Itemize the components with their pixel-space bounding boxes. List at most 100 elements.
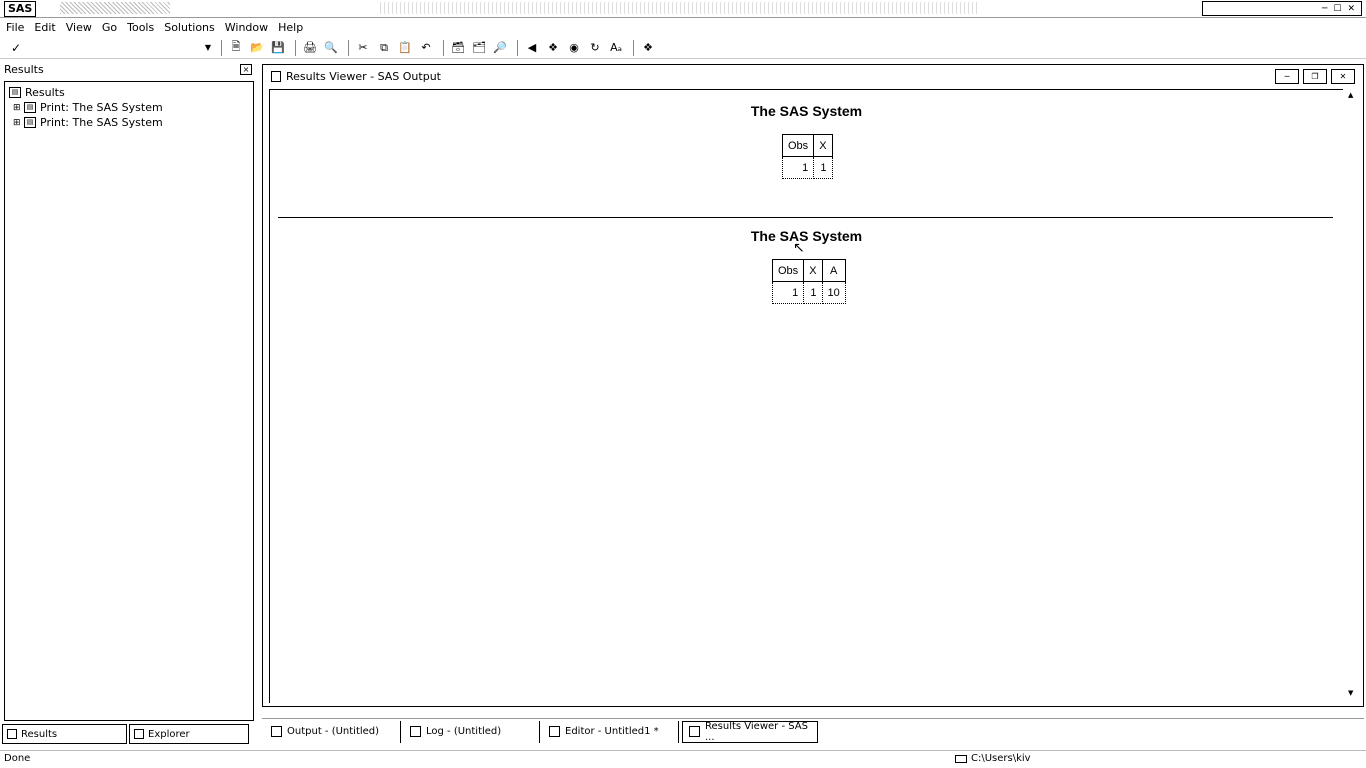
title-bar-decoration	[60, 2, 170, 14]
toolbar: ✓ ▼ 🗎 📂 💾 🖨 🔍 ✂ ⧉ 📋 ↶ 🗃 🗂 🔎 ◀ ❖ ◉ ↻ Aₐ ❖	[0, 37, 1366, 59]
tab-editor[interactable]: Editor - Untitled1 *	[543, 720, 679, 743]
print-preview-icon[interactable]: 🔍	[322, 40, 340, 56]
tab-results-viewer[interactable]: Results Viewer - SAS ...	[682, 720, 818, 743]
back-icon[interactable]: ◀	[523, 40, 541, 56]
table-row: 1 1	[781, 156, 833, 179]
table-cell: 1	[781, 156, 815, 179]
menu-view[interactable]: View	[66, 21, 92, 34]
tab-editor-label: Editor - Untitled1 *	[565, 726, 659, 737]
results-viewer-window: Results Viewer - SAS Output ─ ❐ ✕ The SA…	[262, 64, 1364, 707]
menu-file[interactable]: File	[6, 21, 24, 34]
cut-icon[interactable]: ✂	[354, 40, 372, 56]
open-icon[interactable]: 📂	[248, 40, 266, 56]
tree-item[interactable]: ⊞ ▤ Print: The SAS System	[9, 115, 249, 130]
print-output-icon: ▤	[24, 117, 36, 128]
table-cell: 1	[803, 281, 823, 304]
new-library-icon[interactable]: 🗃	[449, 40, 467, 56]
output-title: The SAS System	[750, 228, 863, 244]
window-tabs-bar: Output - (Untitled) Log - (Untitled) Edi…	[262, 718, 1364, 744]
chevron-down-icon[interactable]: ▼	[205, 43, 211, 52]
results-tree: ▤ Results ⊞ ▤ Print: The SAS System ⊞ ▤ …	[4, 81, 254, 721]
menu-tools[interactable]: Tools	[127, 21, 154, 34]
tree-item-label: Print: The SAS System	[40, 116, 163, 129]
close-icon[interactable]: ×	[240, 63, 252, 75]
sas-explorer-icon[interactable]: 🗂	[470, 40, 488, 56]
refresh-icon[interactable]: ↻	[586, 40, 604, 56]
toolbar-separator	[633, 39, 634, 56]
viewer-window-controls: ─ ❐ ✕	[1275, 69, 1355, 84]
folder-icon	[955, 754, 967, 763]
status-bar: Done C:\Users\kiv	[0, 750, 1366, 768]
column-header: A	[821, 259, 846, 282]
minimize-icon[interactable]: ─	[1275, 69, 1299, 84]
results-viewer-content: The SAS System Obs X 1 1 The SAS System …	[269, 89, 1343, 703]
forward-icon[interactable]: ❖	[544, 40, 562, 56]
table-cell: 10	[821, 281, 846, 304]
toolbar-separator	[295, 39, 296, 56]
stop-icon[interactable]: ◉	[565, 40, 583, 56]
expand-icon[interactable]: ⊞	[13, 118, 22, 128]
new-icon[interactable]: 🗎	[227, 40, 245, 56]
column-header: Obs	[781, 134, 815, 157]
toolbar-separator	[348, 39, 349, 56]
save-icon[interactable]: 💾	[269, 40, 287, 56]
scroll-down-icon[interactable]: ▼	[1348, 689, 1353, 697]
toolbar-separator	[221, 39, 222, 56]
window-controls: ─ ☐ ✕	[1202, 1, 1362, 16]
font-icon[interactable]: Aₐ	[607, 40, 625, 56]
print-icon[interactable]: 🖨	[301, 40, 319, 56]
title-bar: SAS ─ ☐ ✕	[0, 0, 1366, 18]
vertical-scrollbar[interactable]: ▲ ▼	[1345, 89, 1359, 703]
checkmark-icon[interactable]: ✓	[11, 41, 21, 55]
results-pane: Results × ▤ Results ⊞ ▤ Print: The SAS S…	[0, 60, 256, 746]
table-cell: 1	[771, 281, 805, 304]
minimize-icon[interactable]: ─	[1322, 4, 1327, 14]
output-table: Obs X 1 1	[781, 134, 833, 179]
results-viewer-icon	[689, 726, 700, 737]
tree-item-label: Print: The SAS System	[40, 101, 163, 114]
output-title: The SAS System	[750, 103, 863, 119]
scroll-up-icon[interactable]: ▲	[1348, 91, 1353, 99]
expand-icon[interactable]: ⊞	[13, 103, 22, 113]
table-row: 1 1 10	[771, 281, 846, 304]
tab-log[interactable]: Log - (Untitled)	[404, 720, 540, 743]
maximize-icon[interactable]: ☐	[1333, 4, 1341, 14]
menu-window[interactable]: Window	[225, 21, 268, 34]
menu-go[interactable]: Go	[102, 21, 117, 34]
tab-explorer[interactable]: Explorer	[129, 724, 249, 744]
column-header: Obs	[771, 259, 805, 282]
tab-explorer-label: Explorer	[148, 728, 190, 740]
tab-results-label: Results	[21, 728, 58, 740]
command-box[interactable]: ✓ ▼	[6, 39, 216, 56]
menu-solutions[interactable]: Solutions	[164, 21, 215, 34]
copy-icon[interactable]: ⧉	[375, 40, 393, 56]
title-bar-decoration	[380, 2, 980, 14]
tab-results[interactable]: Results	[2, 724, 127, 744]
paste-icon[interactable]: 📋	[396, 40, 414, 56]
output-table: Obs X A 1 1 10	[771, 259, 846, 304]
menu-edit[interactable]: Edit	[34, 21, 55, 34]
tree-item[interactable]: ⊞ ▤ Print: The SAS System	[9, 100, 249, 115]
current-directory[interactable]: C:\Users\kiv	[955, 753, 1031, 764]
status-text: Done	[4, 753, 31, 764]
current-directory-label: C:\Users\kiv	[971, 753, 1031, 764]
toolbar-separator	[517, 39, 518, 56]
results-viewer-icon	[271, 70, 281, 82]
restore-icon[interactable]: ❐	[1303, 69, 1327, 84]
menu-help[interactable]: Help	[278, 21, 303, 34]
print-output-icon: ▤	[24, 102, 36, 113]
query-icon[interactable]: 🔎	[491, 40, 509, 56]
left-pane-tabs: Results Explorer	[2, 724, 252, 746]
close-icon[interactable]: ✕	[1331, 69, 1355, 84]
log-icon	[410, 726, 421, 737]
close-icon[interactable]: ✕	[1347, 4, 1355, 14]
tree-root-label: Results	[25, 86, 65, 99]
tree-root[interactable]: ▤ Results	[9, 85, 249, 100]
results-icon	[7, 729, 17, 739]
tab-output[interactable]: Output - (Untitled)	[265, 720, 401, 743]
help-icon[interactable]: ❖	[639, 40, 657, 56]
results-viewer-titlebar: Results Viewer - SAS Output	[263, 65, 1363, 87]
output-divider	[278, 217, 1333, 218]
undo-icon[interactable]: ↶	[417, 40, 435, 56]
mouse-cursor-icon: ↖	[793, 240, 805, 256]
